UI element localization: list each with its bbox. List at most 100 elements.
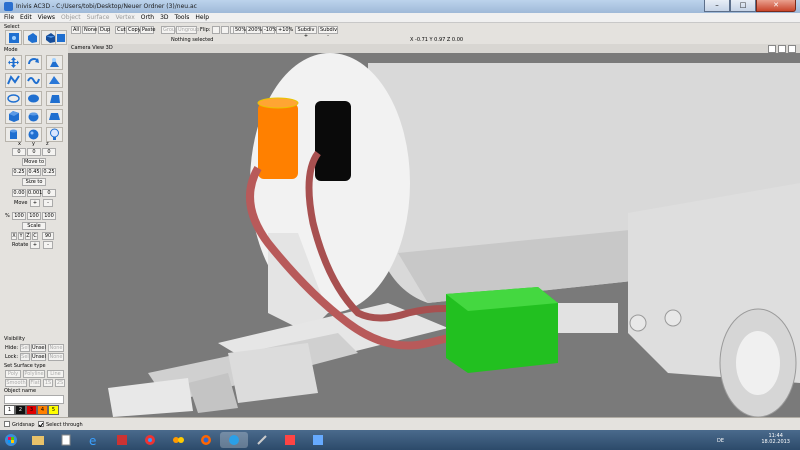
move-plus-button[interactable]: + <box>30 199 40 207</box>
surface-smooth-button[interactable]: Smooth <box>5 379 27 387</box>
menu-help[interactable]: Help <box>195 14 209 21</box>
notepad-icon[interactable] <box>52 432 80 448</box>
menu-orth[interactable]: Orth <box>141 14 154 21</box>
menu-surface[interactable]: Surface <box>87 14 110 21</box>
size-to-button[interactable]: Size to <box>22 178 46 186</box>
paint-icon[interactable] <box>276 432 304 448</box>
lock-unsel-button[interactable]: Unsel <box>31 353 46 361</box>
rotate-plus-button[interactable]: + <box>30 241 40 249</box>
subdiv-plus-button[interactable]: Subdiv + <box>295 26 317 39</box>
rotate-angle-field[interactable]: 90 <box>42 232 54 240</box>
paste-button[interactable]: Paste <box>140 26 156 34</box>
draw-mesh-icon[interactable] <box>46 73 63 88</box>
scale-tool-icon[interactable] <box>46 55 63 70</box>
menu-file[interactable]: File <box>4 14 14 21</box>
hide-sel-button[interactable]: Sel <box>20 344 30 352</box>
disc-icon[interactable] <box>25 91 42 106</box>
move-step-z-field[interactable]: 0 <box>42 189 56 197</box>
scale-button[interactable]: Scale <box>22 222 46 230</box>
menu-views[interactable]: Views <box>38 14 55 21</box>
rotate-axis-x[interactable]: X <box>11 232 17 240</box>
3d-viewport[interactable]: Camera View 3D <box>68 44 800 417</box>
palette-swatch[interactable]: 4 <box>37 405 48 415</box>
lock-none-button[interactable]: None <box>48 353 64 361</box>
box-icon[interactable] <box>5 109 22 124</box>
clock[interactable]: 11:44 18.02.2013 <box>761 433 790 445</box>
move-y-field[interactable]: 0 <box>27 148 41 156</box>
sphere-icon[interactable] <box>25 127 42 142</box>
ellipse-icon[interactable] <box>5 91 22 106</box>
select-none-button[interactable]: None <box>82 26 97 34</box>
move-step-y-field[interactable]: 0.001 <box>27 189 42 197</box>
surface-flat-button[interactable]: Flat <box>29 379 41 387</box>
ac3d-app-icon[interactable] <box>108 432 136 448</box>
zoom-minus-10-button[interactable]: -10% <box>262 26 277 34</box>
zoom-50-button[interactable]: 50% <box>233 26 246 34</box>
cut-button[interactable]: Cut <box>115 26 126 34</box>
group-button[interactable]: Group <box>161 26 178 34</box>
move-minus-button[interactable]: - <box>43 199 53 207</box>
size-x-field[interactable]: 0.25 <box>12 168 26 176</box>
zoom-plus-10-button[interactable]: +10% <box>276 26 293 34</box>
select-vertex-mode-icon[interactable] <box>5 30 22 45</box>
pyramid-icon[interactable] <box>46 109 63 124</box>
skype-icon[interactable] <box>220 432 248 448</box>
palette-swatch[interactable]: 5 <box>48 405 59 415</box>
move-step-x-field[interactable]: 0.00 <box>12 189 26 197</box>
rotate-minus-button[interactable]: - <box>43 241 53 249</box>
nodes-app-icon[interactable] <box>164 432 192 448</box>
dup-button[interactable]: Dup <box>98 26 110 34</box>
hide-none-button[interactable]: None <box>48 344 64 352</box>
cylinder-icon[interactable] <box>5 127 22 142</box>
scale-z-field[interactable]: 100 <box>42 212 56 220</box>
select-all-button[interactable]: All <box>71 26 81 34</box>
viewport-max-icon[interactable] <box>778 45 786 53</box>
scale-x-field[interactable]: 100 <box>12 212 26 220</box>
tool-app-icon[interactable] <box>248 432 276 448</box>
close-button[interactable]: ✕ <box>756 0 796 12</box>
surface-polyline-button[interactable]: Polyline <box>23 370 45 378</box>
select-object-mode-icon[interactable] <box>23 30 40 45</box>
move-tool-icon[interactable] <box>5 55 22 70</box>
surface-line-button[interactable]: Line <box>47 370 64 378</box>
surface-poly-button[interactable]: Poly <box>5 370 21 378</box>
firefox-icon[interactable] <box>192 432 220 448</box>
viewport-min-icon[interactable] <box>768 45 776 53</box>
palette-swatch[interactable]: 3 <box>26 405 37 415</box>
language-indicator[interactable]: DE <box>717 438 724 444</box>
gridsnap-checkbox[interactable] <box>4 421 10 427</box>
sphere-segment-icon[interactable] <box>25 109 42 124</box>
menu-3d[interactable]: 3D <box>160 14 168 21</box>
surface-1s-button[interactable]: 1S <box>43 379 53 387</box>
explorer-icon[interactable] <box>24 432 52 448</box>
light-bulb-icon[interactable] <box>46 127 63 142</box>
rotate-tool-icon[interactable] <box>25 55 42 70</box>
menu-vertex[interactable]: Vertex <box>115 14 134 21</box>
move-x-field[interactable]: 0 <box>12 148 26 156</box>
minimize-button[interactable]: – <box>704 0 730 12</box>
viewport-close-icon[interactable] <box>788 45 796 53</box>
copy-button[interactable]: Copy <box>126 26 141 34</box>
rotate-axis-z[interactable]: Z <box>25 232 31 240</box>
rotate-axis-c[interactable]: C <box>32 232 38 240</box>
subdiv-minus-button[interactable]: Subdiv - <box>318 26 338 39</box>
select-through-checkbox[interactable] <box>38 421 44 428</box>
move-z-field[interactable]: 0 <box>42 148 56 156</box>
menu-edit[interactable]: Edit <box>20 14 32 21</box>
menu-tools[interactable]: Tools <box>175 14 190 21</box>
lock-sel-button[interactable]: Sel <box>20 353 30 361</box>
size-y-field[interactable]: 0.45 <box>27 168 41 176</box>
rectangle-icon[interactable] <box>46 91 63 106</box>
scale-y-field[interactable]: 100 <box>27 212 41 220</box>
rotate-axis-y[interactable]: Y <box>18 232 24 240</box>
flip-x-button[interactable] <box>212 26 220 34</box>
ie-icon[interactable]: e <box>80 432 108 448</box>
painter-icon[interactable] <box>304 432 332 448</box>
surface-2s-button[interactable]: 2S <box>55 379 65 387</box>
ungroup-button[interactable]: Ungroup <box>176 26 199 34</box>
chrome-icon[interactable] <box>136 432 164 448</box>
select-surface-mode-icon[interactable] <box>55 30 67 45</box>
hide-unsel-button[interactable]: Unsel <box>31 344 46 352</box>
menu-object[interactable]: Object <box>61 14 81 21</box>
start-button[interactable] <box>2 432 20 448</box>
